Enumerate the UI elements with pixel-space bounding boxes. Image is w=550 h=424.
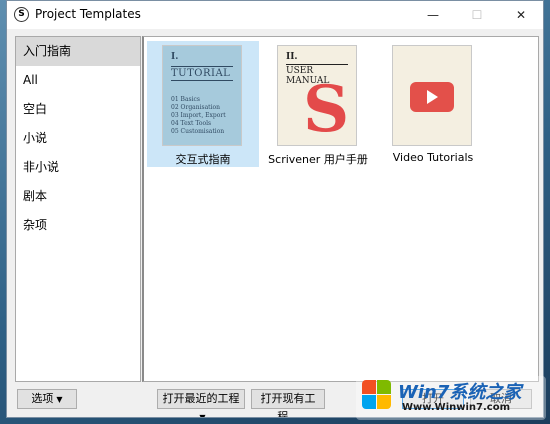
category-scriptwriting[interactable]: 剧本 — [16, 182, 140, 211]
open-recent-button[interactable]: 打开最近的工程 ▼ — [157, 389, 245, 417]
open-recent-label: 打开最近的工程 — [162, 392, 240, 405]
category-fiction[interactable]: 小说 — [16, 124, 140, 153]
category-non-fiction[interactable]: 非小说 — [16, 153, 140, 182]
category-miscellaneous[interactable]: 杂项 — [16, 211, 140, 240]
cover-toc: 01 Basics 02 Organisation 03 Import, Exp… — [171, 96, 226, 136]
options-label: 选项 — [31, 392, 54, 405]
template-label: Video Tutorials — [392, 151, 474, 164]
watermark-brand: Win7系统之家 — [398, 382, 522, 403]
category-getting-started[interactable]: 入门指南 — [16, 37, 140, 66]
category-blank[interactable]: 空白 — [16, 95, 140, 124]
toc-line: 03 Import, Export — [171, 112, 226, 119]
cover-big-letter: S — [303, 72, 350, 146]
open-existing-button[interactable]: 打开现有工程... — [251, 389, 325, 417]
scrivener-app-icon: S — [14, 7, 29, 22]
watermark: Win7系统之家 Www.Winwin7.com — [356, 376, 546, 420]
youtube-play-icon — [410, 82, 454, 112]
template-user-manual[interactable]: II. USER MANUAL S Scrivener 用户手册 — [262, 41, 374, 167]
tutorial-cover-thumbnail: I. TUTORIAL 01 Basics 02 Organisation 03… — [162, 45, 242, 146]
chevron-down-icon: ▼ — [199, 413, 206, 418]
watermark-url: Www.Winwin7.com — [402, 402, 511, 413]
windows-logo-icon — [362, 380, 392, 410]
template-label: 交互式指南 — [175, 153, 231, 166]
cover-number: I. — [171, 52, 179, 62]
window-title: Project Templates — [35, 7, 141, 21]
video-cover-thumbnail — [392, 45, 472, 146]
project-templates-dialog: S Project Templates — ☐ ✕ 入门指南 All 空白 小说… — [6, 0, 544, 418]
close-button[interactable]: ✕ — [499, 1, 543, 29]
toc-line: 01 Basics — [171, 96, 200, 103]
template-label: Scrivener 用户手册 — [268, 153, 368, 166]
template-grid: I. TUTORIAL 01 Basics 02 Organisation 03… — [142, 36, 539, 382]
title-bar[interactable]: S Project Templates — ☐ ✕ — [7, 1, 543, 29]
cover-heading: TUTORIAL — [171, 66, 233, 81]
toc-line: 04 Text Tools — [171, 120, 212, 127]
chevron-down-icon: ▼ — [56, 395, 63, 404]
template-interactive-tutorial[interactable]: I. TUTORIAL 01 Basics 02 Organisation 03… — [147, 41, 259, 167]
template-video-tutorials[interactable]: Video Tutorials — [377, 41, 489, 167]
manual-cover-thumbnail: II. USER MANUAL S — [277, 45, 357, 146]
toc-line: 02 Organisation — [171, 104, 220, 111]
toc-line: 05 Customisation — [171, 128, 225, 135]
cover-number: II. — [286, 52, 298, 62]
category-list: 入门指南 All 空白 小说 非小说 剧本 杂项 — [15, 36, 141, 382]
maximize-button[interactable]: ☐ — [455, 1, 499, 29]
options-dropdown-button[interactable]: 选项 ▼ — [17, 389, 77, 409]
category-all[interactable]: All — [16, 66, 140, 95]
minimize-button[interactable]: — — [411, 1, 455, 29]
